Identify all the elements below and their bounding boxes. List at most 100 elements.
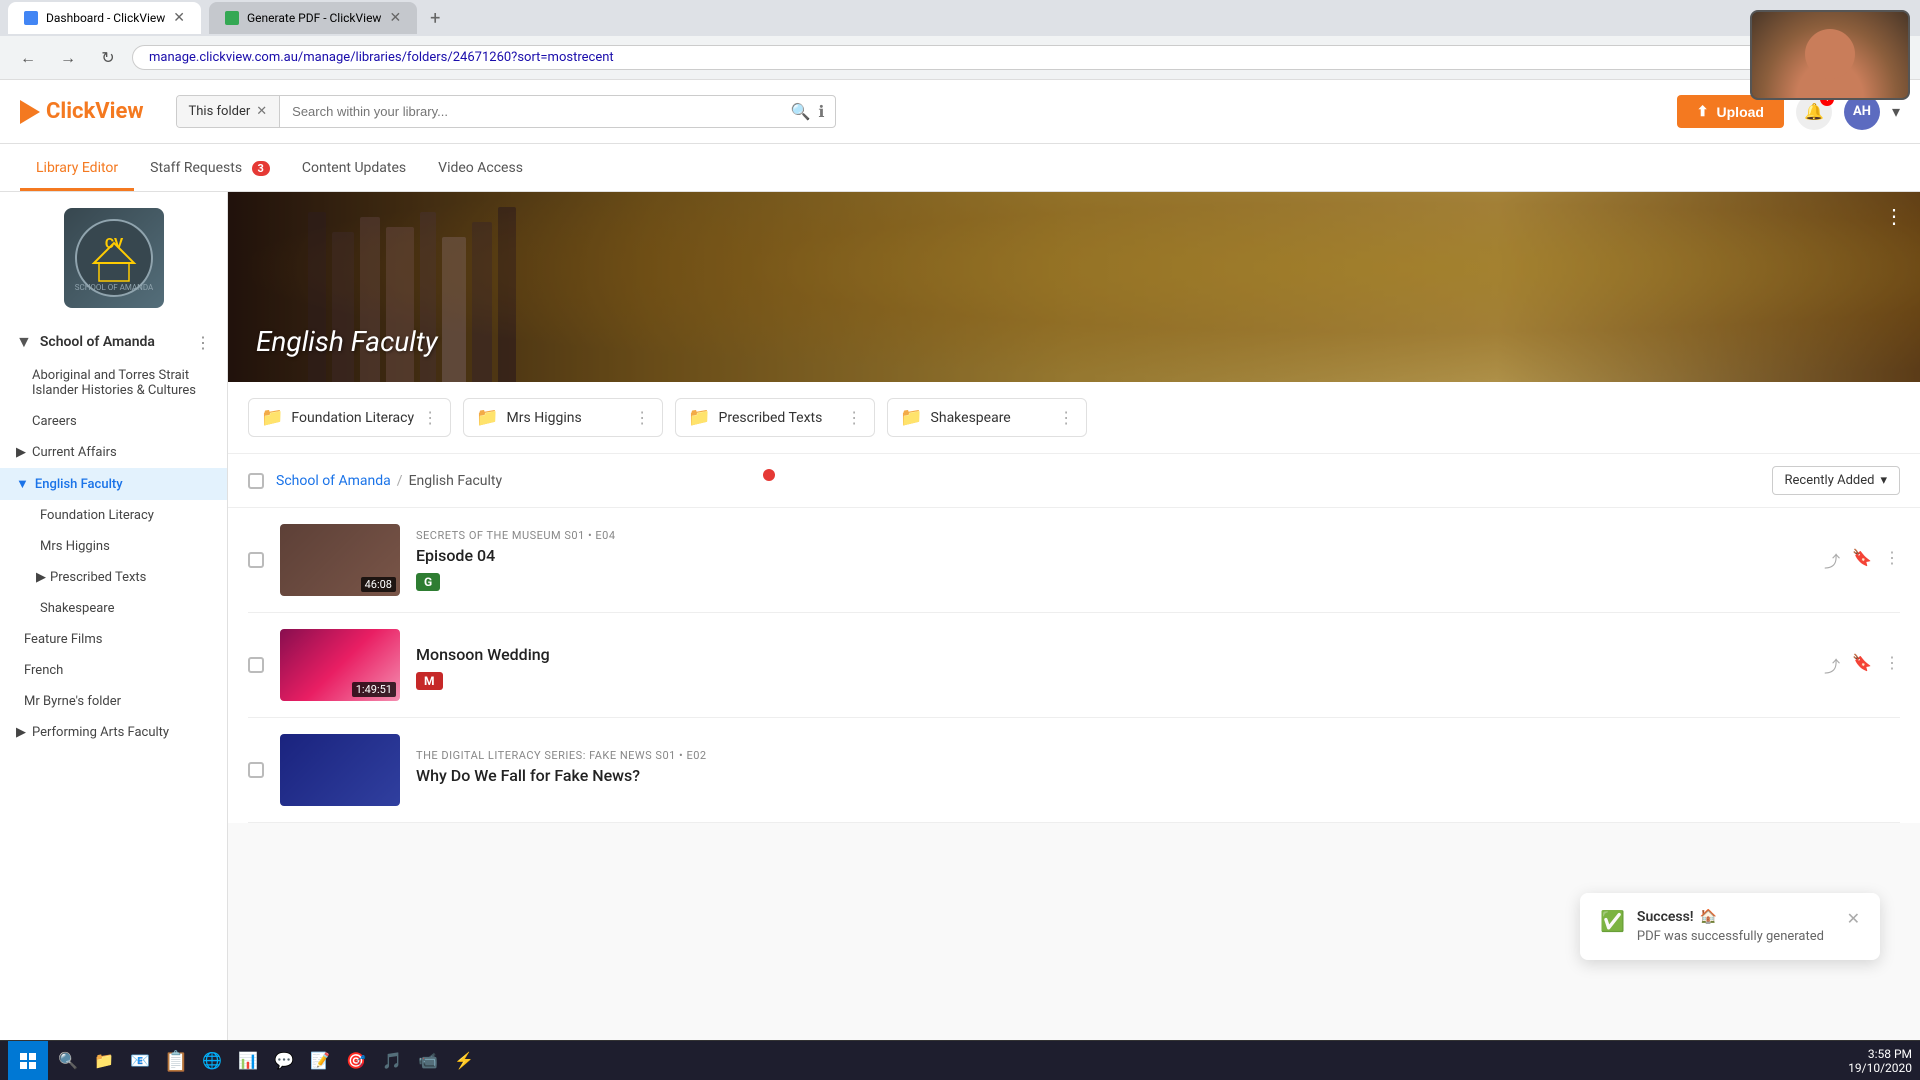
- staff-requests-badge: 3: [252, 161, 270, 176]
- forward-button[interactable]: →: [52, 42, 84, 74]
- select-all-checkbox[interactable]: [248, 473, 264, 489]
- taskbar-app3[interactable]: ⚡: [448, 1045, 480, 1077]
- folder-item-shakespeare[interactable]: 📁 Shakespeare ⋮: [887, 398, 1087, 437]
- sidebar-item-french[interactable]: French: [0, 655, 227, 686]
- search-filter-label: This folder: [189, 104, 251, 119]
- tab-favicon-pdf: [225, 11, 239, 25]
- search-filter-remove[interactable]: ✕: [256, 104, 267, 119]
- taskbar-file-explorer[interactable]: 📁: [88, 1045, 120, 1077]
- new-tab-button[interactable]: +: [421, 4, 449, 32]
- search-bar: This folder ✕ 🔍 ℹ: [176, 95, 836, 128]
- hero-menu-button[interactable]: ⋮: [1884, 204, 1904, 228]
- folder-more-shakespeare[interactable]: ⋮: [1058, 408, 1074, 427]
- performing-arts-chevron-icon: ▶: [16, 725, 26, 740]
- video-title-3[interactable]: Why Do We Fall for Fake News?: [416, 766, 1900, 785]
- tab-content-updates-label: Content Updates: [302, 160, 406, 176]
- video-title-1[interactable]: Episode 04: [416, 546, 1808, 565]
- sort-dropdown[interactable]: Recently Added ▾: [1772, 466, 1900, 495]
- tab-staff-requests[interactable]: Staff Requests 3: [134, 148, 286, 191]
- breadcrumb-separator: /: [397, 473, 403, 489]
- video-thumb-1[interactable]: 46:08: [280, 524, 400, 596]
- tab-dashboard[interactable]: Dashboard - ClickView ✕: [8, 2, 201, 34]
- bookmark-icon-1[interactable]: 🔖: [1852, 548, 1872, 572]
- taskbar-mail[interactable]: 📧: [124, 1045, 156, 1077]
- taskbar-chrome[interactable]: 🌐: [196, 1045, 228, 1077]
- tab-generate-pdf[interactable]: Generate PDF - ClickView ✕: [209, 2, 417, 34]
- video-title-2[interactable]: Monsoon Wedding: [416, 645, 1808, 664]
- sidebar-school-header[interactable]: ▼ School of Amanda ⋮: [0, 324, 227, 360]
- taskbar-excel[interactable]: 📊: [232, 1045, 264, 1077]
- sidebar-item-aboriginal[interactable]: Aboriginal and Torres Strait Islander Hi…: [0, 360, 227, 406]
- browser-chrome: Dashboard - ClickView ✕ Generate PDF - C…: [0, 0, 1920, 36]
- tab-video-access[interactable]: Video Access: [422, 148, 539, 191]
- toast-message: PDF was successfully generated: [1637, 929, 1835, 944]
- start-button[interactable]: [8, 1041, 48, 1080]
- tab-close-pdf[interactable]: ✕: [389, 10, 401, 26]
- folder-item-foundation-literacy[interactable]: 📁 Foundation Literacy ⋮: [248, 398, 451, 437]
- sidebar-item-current-affairs[interactable]: ▶ Current Affairs: [0, 437, 227, 468]
- sidebar-item-mr-byrnes[interactable]: Mr Byrne's folder: [0, 686, 227, 717]
- address-bar[interactable]: manage.clickview.com.au/manage/libraries…: [132, 45, 1908, 70]
- taskbar-search[interactable]: 🔍: [52, 1045, 84, 1077]
- video-check-1[interactable]: [248, 552, 264, 568]
- video-list: 46:08 SECRETS OF THE MUSEUM S01 • E04 Ep…: [228, 508, 1920, 823]
- sidebar-item-mrs-higgins[interactable]: Mrs Higgins: [0, 531, 227, 562]
- refresh-button[interactable]: ↻: [92, 42, 124, 74]
- sidebar-item-prescribed-texts[interactable]: ▶ Prescribed Texts: [0, 562, 227, 593]
- logo[interactable]: ClickView: [20, 99, 144, 124]
- sidebar-school-more-icon[interactable]: ⋮: [195, 333, 211, 352]
- folder-more-mrs-higgins[interactable]: ⋮: [634, 408, 650, 427]
- folder-icon-prescribed: 📁: [688, 407, 710, 428]
- folder-name-shakespeare: Shakespeare: [931, 410, 1051, 426]
- video-duration-2: 1:49:51: [352, 682, 396, 697]
- webcam-face: [1805, 29, 1855, 79]
- taskbar-spotify[interactable]: 🎵: [376, 1045, 408, 1077]
- sidebar-item-shakespeare[interactable]: Shakespeare: [0, 593, 227, 624]
- folder-item-prescribed-texts[interactable]: 📁 Prescribed Texts ⋮: [675, 398, 875, 437]
- video-check-2[interactable]: [248, 657, 264, 673]
- bookmark-icon-2[interactable]: 🔖: [1852, 653, 1872, 677]
- folder-more-prescribed[interactable]: ⋮: [846, 408, 862, 427]
- upload-icon: ⬆: [1697, 103, 1709, 120]
- folder-item-mrs-higgins[interactable]: 📁 Mrs Higgins ⋮: [463, 398, 663, 437]
- dark-overlay: [228, 192, 1920, 382]
- tab-staff-requests-label: Staff Requests: [150, 160, 242, 176]
- share-icon-2[interactable]: ⤴: [1824, 653, 1840, 677]
- taskbar-teams-2[interactable]: 💬: [268, 1045, 300, 1077]
- url-text: manage.clickview.com.au/manage/libraries…: [149, 50, 614, 65]
- sidebar-item-careers[interactable]: Careers: [0, 406, 227, 437]
- info-icon[interactable]: ℹ: [818, 102, 824, 121]
- back-button[interactable]: ←: [12, 42, 44, 74]
- tab-label-pdf: Generate PDF - ClickView: [247, 11, 381, 25]
- user-menu-chevron[interactable]: ▾: [1892, 102, 1900, 121]
- sidebar-item-english-faculty[interactable]: ▼ English Faculty: [0, 468, 227, 500]
- video-check-3[interactable]: [248, 762, 264, 778]
- share-icon-1[interactable]: ⤴: [1824, 548, 1840, 572]
- webcam-overlay: [1750, 10, 1910, 100]
- tab-content-updates[interactable]: Content Updates: [286, 148, 422, 191]
- folder-more-foundation[interactable]: ⋮: [422, 408, 438, 427]
- breadcrumb-root-link[interactable]: School of Amanda: [276, 473, 391, 489]
- toast-close-button[interactable]: ✕: [1847, 909, 1860, 928]
- video-thumb-3[interactable]: [280, 734, 400, 806]
- video-rating-1: G: [416, 573, 440, 591]
- sidebar-item-feature-films[interactable]: Feature Films: [0, 624, 227, 655]
- tab-close-dashboard[interactable]: ✕: [173, 10, 185, 26]
- taskbar-app1[interactable]: 🎯: [340, 1045, 372, 1077]
- more-icon-1[interactable]: ⋮: [1884, 548, 1900, 572]
- sidebar-item-feature-films-label: Feature Films: [24, 632, 102, 647]
- tab-favicon-dashboard: [24, 11, 38, 25]
- search-input[interactable]: [280, 96, 780, 127]
- sidebar-item-foundation-literacy[interactable]: Foundation Literacy: [0, 500, 227, 531]
- taskbar-app2[interactable]: 📹: [412, 1045, 444, 1077]
- video-thumb-2[interactable]: 1:49:51: [280, 629, 400, 701]
- taskbar-word[interactable]: 📝: [304, 1045, 336, 1077]
- logo-triangle-icon: [20, 100, 40, 124]
- sidebar-item-performing-arts[interactable]: ▶ Performing Arts Faculty: [0, 717, 227, 748]
- tab-library-editor[interactable]: Library Editor: [20, 148, 134, 191]
- school-logo[interactable]: CV SCHOOL OF AMANDA: [64, 208, 164, 308]
- more-icon-2[interactable]: ⋮: [1884, 653, 1900, 677]
- sidebar-item-aboriginal-label: Aboriginal and Torres Strait Islander Hi…: [32, 368, 211, 398]
- search-icon[interactable]: 🔍: [791, 102, 811, 121]
- taskbar-teams[interactable]: 📋: [160, 1045, 192, 1077]
